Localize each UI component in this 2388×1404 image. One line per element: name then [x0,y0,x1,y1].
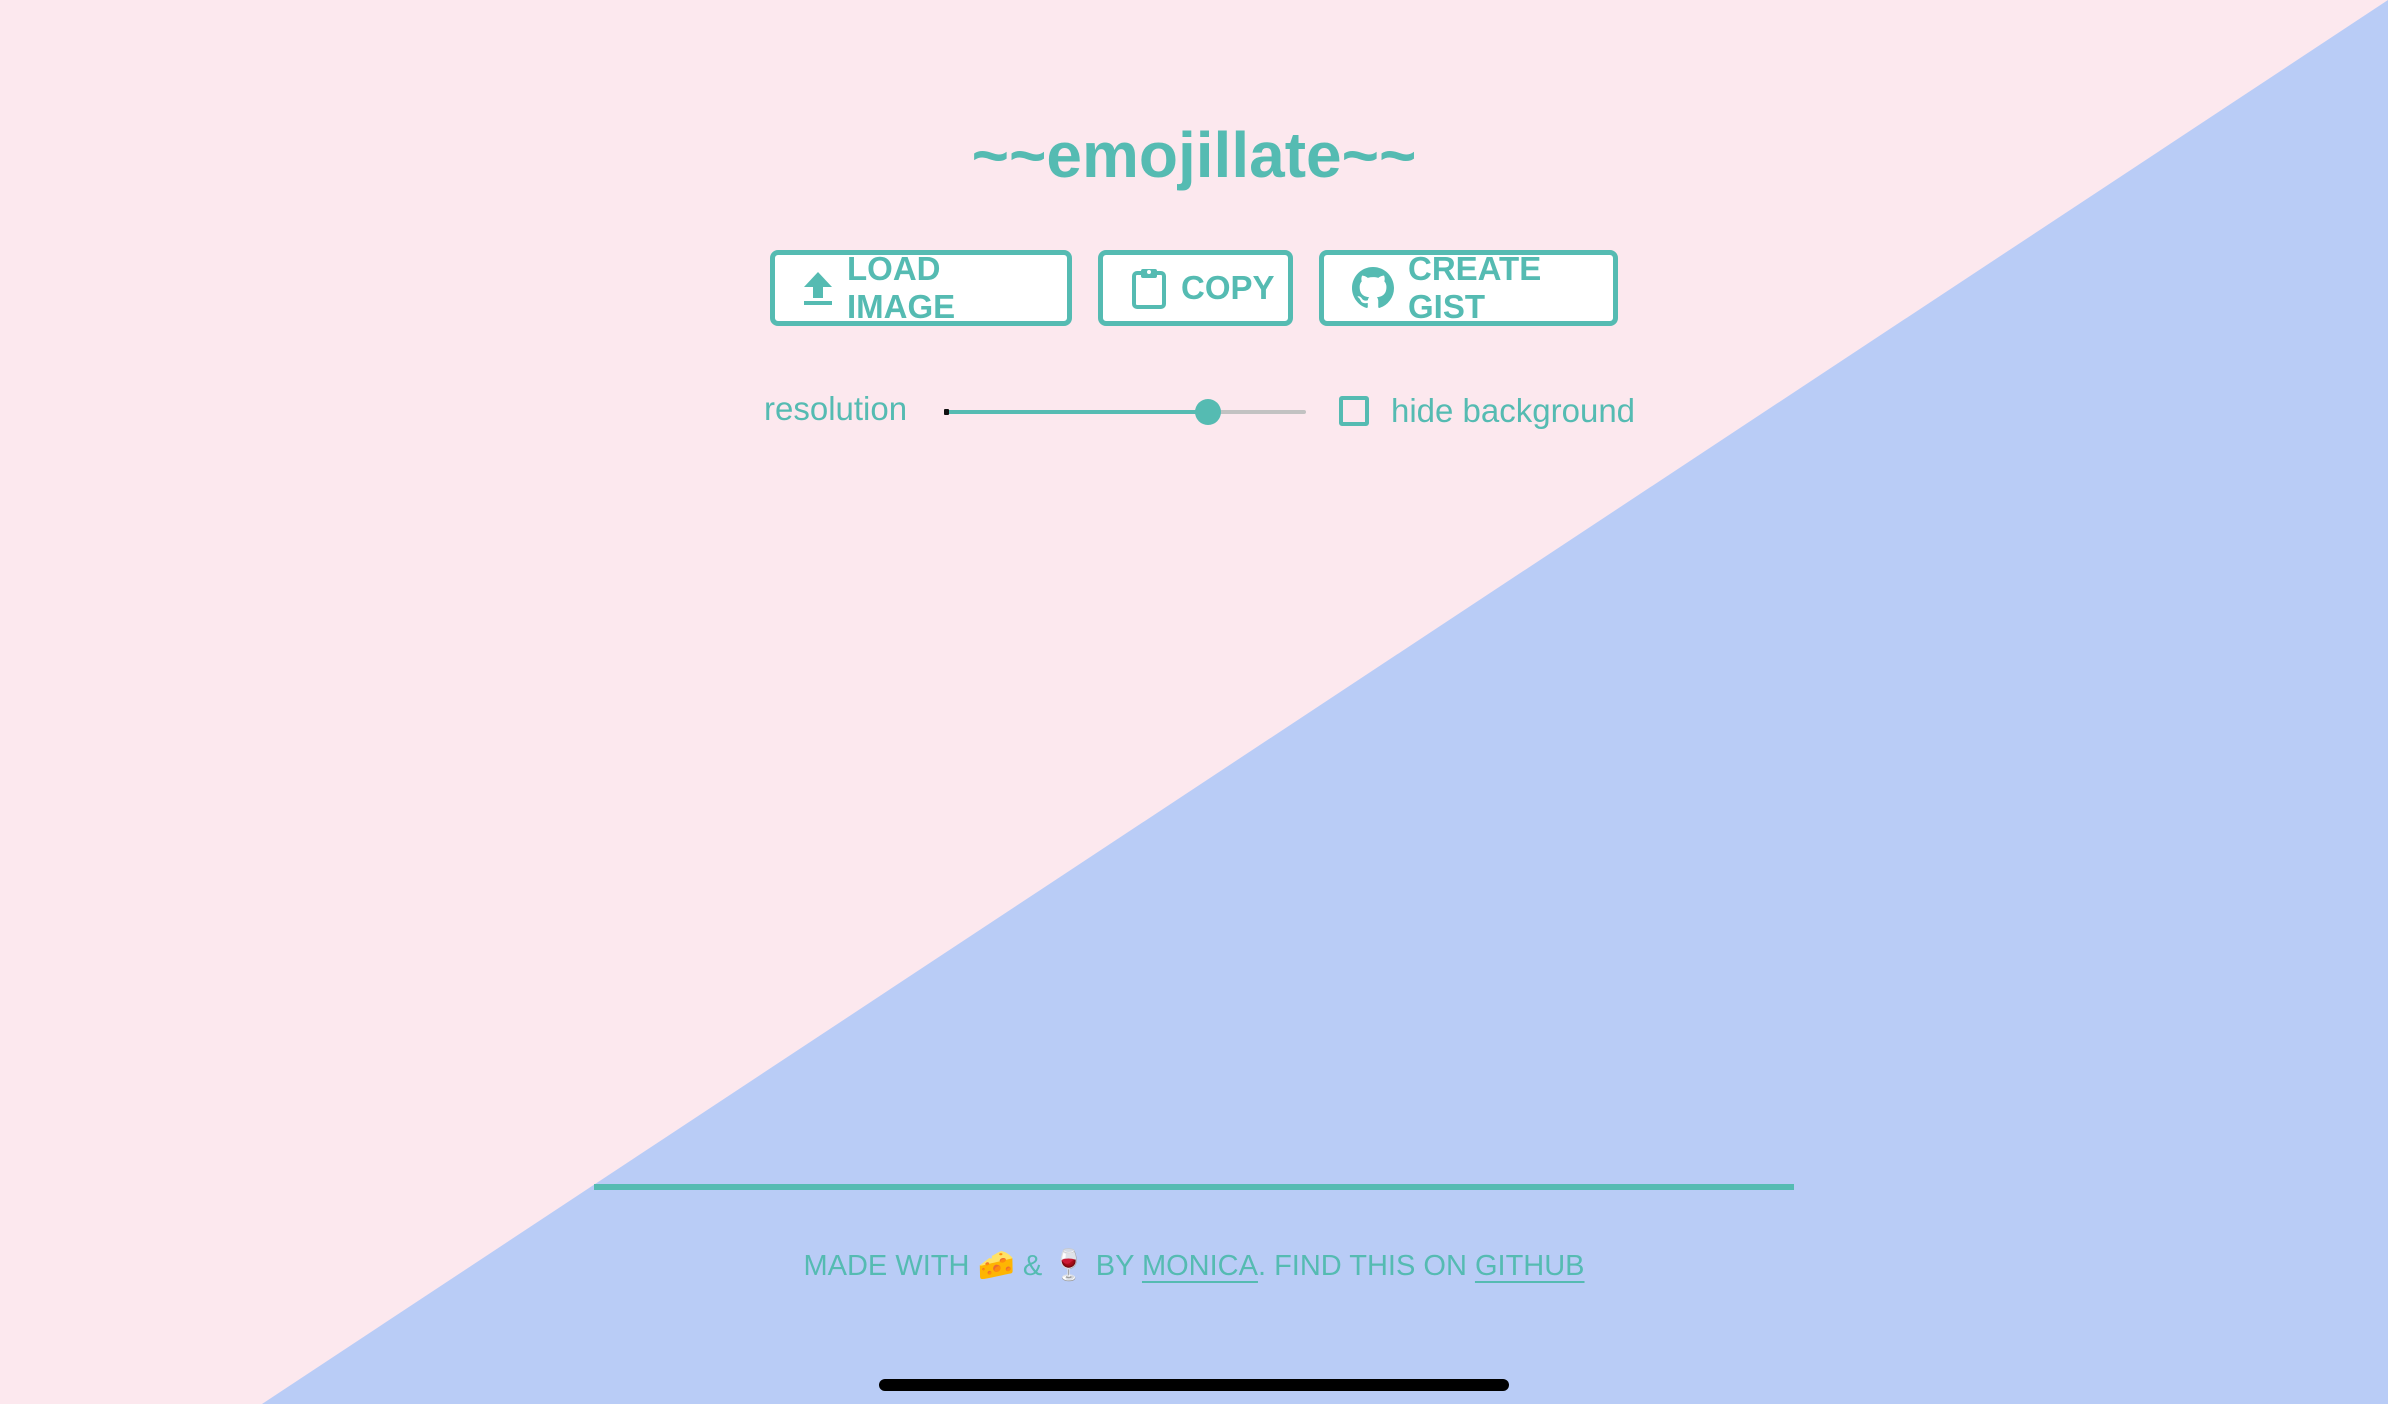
wine-emoji: 🍷 [1050,1249,1088,1282]
background-diagonal [0,0,2388,1404]
footer-ampersand: & [1022,1250,1043,1282]
load-image-label: LOAD IMAGE [847,250,956,325]
controls-row: resolution hide background [0,386,2388,436]
footer-by: BY [1095,1250,1134,1282]
create-gist-label: CREATE GIST [1408,250,1542,325]
author-link[interactable]: MONICA [1142,1250,1258,1282]
github-link[interactable]: GITHUB [1475,1250,1585,1282]
upload-icon [803,270,833,306]
copy-button[interactable]: COPY [1098,250,1293,326]
footer-find-text: . FIND THIS ON [1257,1250,1467,1282]
slider-start-marker [944,409,949,415]
hide-background-checkbox[interactable] [1339,396,1369,426]
clipboard-icon [1131,267,1167,309]
copy-label: COPY [1181,269,1275,306]
footer-made-with: MADE WITH [803,1250,970,1282]
resolution-label: resolution [764,390,908,427]
create-gist-button[interactable]: CREATE GIST [1319,250,1618,326]
divider [594,1184,1794,1190]
footer: MADE WITH 🧀 & 🍷 BY MONICA. FIND THIS ON … [0,1248,2388,1283]
github-icon [1352,267,1394,309]
slider-thumb[interactable] [1195,399,1222,425]
home-indicator[interactable] [879,1379,1509,1391]
resolution-slider[interactable] [944,399,1306,425]
slider-fill [944,410,1209,414]
hide-background-label[interactable]: hide background [1391,392,1635,430]
toolbar: LOAD IMAGE COPY CREATE GIST [0,250,2388,326]
load-image-button[interactable]: LOAD IMAGE [770,250,1072,326]
page-title: ~~emojillate~~ [971,119,1417,191]
cheese-emoji: 🧀 [977,1249,1015,1282]
